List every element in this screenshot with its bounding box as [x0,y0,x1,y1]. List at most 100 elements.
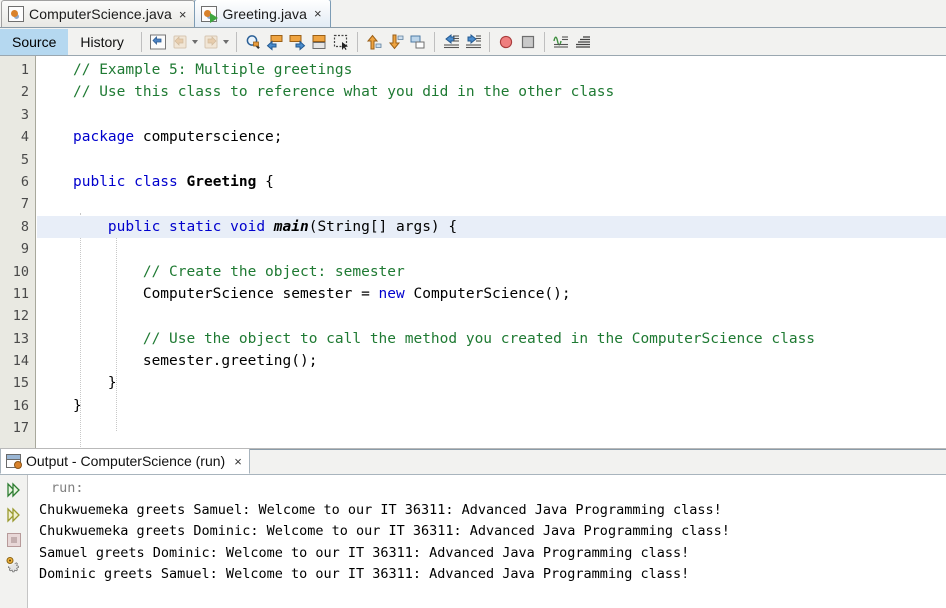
previous-bookmark-icon[interactable] [264,31,286,53]
code-line[interactable] [37,149,946,171]
code-token-kw: public static void [107,218,266,235]
code-token-pl: { [256,173,274,190]
settings-icon[interactable] [0,552,28,577]
line-number: 8 [20,218,29,235]
tab-source[interactable]: Source [0,28,69,55]
toolbar-group-macro [495,31,539,53]
code-line[interactable]: // Create the object: semester [37,261,946,283]
back-icon[interactable] [169,31,191,53]
last-edit-icon[interactable] [147,31,169,53]
code-token-kw: package [73,129,135,146]
code-token-mth: main [273,218,309,235]
output-tab-computerscience-run[interactable]: Output - ComputerScience (run) × [0,449,250,474]
line-number: 11 [12,285,29,302]
output-line: Samuel greets Dominic: Welcome to our IT… [39,544,690,561]
find-selection-icon[interactable] [242,31,264,53]
format-icon[interactable] [572,31,594,53]
shift-left-icon[interactable] [440,31,462,53]
next-bookmark-icon[interactable] [286,31,308,53]
line-number: 12 [12,308,29,325]
code-token-cmt: // Example 5: Multiple greetings [73,62,353,78]
code-line[interactable]: } [37,395,946,417]
code-line[interactable]: // Use this class to reference what you … [37,81,946,103]
toggle-rectangular-selection-icon[interactable] [330,31,352,53]
code-text-area[interactable]: // Example 5: Multiple greetings // Use t… [37,56,946,448]
editor-tab-greeting[interactable]: Greeting.java × [194,0,331,27]
forward-dropdown-icon[interactable] [222,31,231,53]
code-line[interactable]: package computerscience; [37,126,946,148]
code-line[interactable]: // Example 5: Multiple greetings [37,59,946,81]
code-token-kw: new [378,285,405,302]
line-number: 15 [12,375,29,392]
code-token-cmt: // Create the object: semester [142,263,405,280]
comment-icon[interactable] [407,31,429,53]
toolbar-separator [488,31,490,52]
line-number: 6 [20,173,29,190]
line-number: 10 [12,263,29,280]
code-line[interactable]: semester.greeting(); [37,350,946,372]
editor-tab-computerscience[interactable]: ComputerScience.java × [1,0,196,27]
output-text-area[interactable]: run: Chukwuemeka greets Samuel: Welcome t… [29,475,946,608]
line-number: 13 [12,330,29,347]
line-number: 5 [20,151,29,168]
toggle-bookmark-icon[interactable] [308,31,330,53]
code-line[interactable] [37,417,946,439]
code-line[interactable] [37,104,946,126]
output-line: Dominic greets Samuel: Welcome to our IT… [39,566,690,582]
output-window: Output - ComputerScience (run) × run: Ch… [0,449,946,608]
forward-icon[interactable] [200,31,222,53]
code-token-pl: } [73,375,117,392]
code-token-kw: public class [73,173,178,190]
shift-line-down-icon[interactable] [385,31,407,53]
close-icon[interactable]: × [312,7,324,20]
toolbar-group-shift-lines [363,31,429,53]
code-line[interactable]: public static void main(String[] args) { [37,215,946,239]
code-line[interactable]: } [37,372,946,394]
editor-tab-label: ComputerScience.java [29,6,172,22]
editor-tab-label: Greeting.java [222,5,308,22]
toolbar-group-find-bookmarks [242,31,352,53]
java-file-run-icon [201,5,219,23]
back-dropdown-icon[interactable] [191,31,200,53]
close-icon[interactable]: × [177,8,189,21]
output-line: Chukwuemeka greets Dominic: Welcome to o… [39,523,730,539]
code-line[interactable]: // Use the object to call the method you… [37,328,946,350]
stop-icon[interactable] [0,527,28,552]
toolbar-separator [356,31,358,52]
start-macro-recording-icon[interactable] [495,31,517,53]
line-number: 4 [20,129,29,146]
line-number: 3 [20,106,29,123]
code-line[interactable] [37,193,946,215]
close-icon[interactable]: × [230,454,242,469]
code-token-pl: ComputerScience semester = [73,285,379,302]
code-line[interactable]: public class Greeting { [37,171,946,193]
java-file-icon [8,6,24,22]
inspect-icon[interactable] [550,31,572,53]
editor-tab-strip: ComputerScience.java × Greeting.java × [0,0,946,28]
rerun-icon[interactable] [0,477,28,502]
tab-history[interactable]: History [68,29,136,55]
line-number: 9 [20,241,29,258]
code-token-pl: ComputerScience(); [404,285,571,302]
code-line[interactable]: ComputerScience semester = new ComputerS… [37,283,946,305]
rerun-alt-icon[interactable] [0,502,28,527]
output-line: run: [51,480,84,496]
shift-right-icon[interactable] [462,31,484,53]
code-editor[interactable]: 1 2 3 4 5 6 7 8 9 10 11 12 13 14 15 16 17 // Example 5: … [0,56,946,449]
toolbar-separator [433,31,435,52]
shift-line-up-icon[interactable] [363,31,385,53]
stop-macro-recording-icon[interactable] [517,31,539,53]
line-number: 17 [12,420,29,437]
code-line[interactable] [37,305,946,327]
source-history-toolbar: Source History [0,28,946,56]
code-line[interactable] [37,238,946,260]
toolbar-separator [543,31,545,52]
line-number: 1 [20,62,29,78]
code-token-cmt: // Use this class to reference what you … [73,84,615,101]
output-body: run: Chukwuemeka greets Samuel: Welcome t… [0,475,946,608]
line-number: 2 [20,84,29,101]
netbeans-ide-window: ComputerScience.java × Greeting.java × S… [0,0,946,608]
